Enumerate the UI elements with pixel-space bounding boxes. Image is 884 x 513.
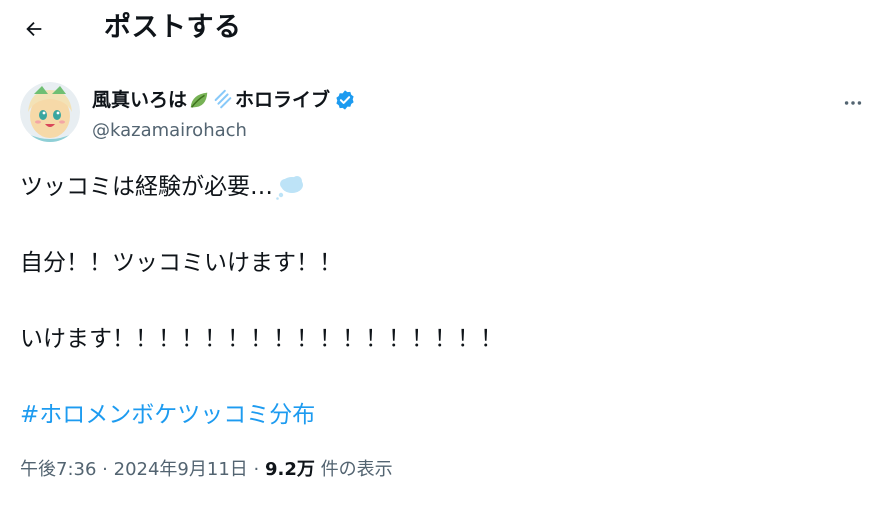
display-name-prefix: 風真いろは <box>92 89 188 111</box>
tweet-line-2: 自分！！ツッコミいけます！！ <box>20 250 342 276</box>
post-time: 午後7:36 <box>20 459 97 480</box>
tweet-line-1: ツッコミは経験が必要… <box>20 168 860 206</box>
thought-balloon-icon <box>276 176 303 200</box>
tweet-metadata: 午後7:36 · 2024年9月11日 · 9.2万 件の表示 <box>20 458 393 482</box>
more-options-button[interactable] <box>836 86 870 120</box>
author-handle[interactable]: @kazamairohach <box>92 120 247 142</box>
verified-badge-icon[interactable] <box>334 89 356 111</box>
avatar-illustration <box>20 82 80 142</box>
arrow-left-icon <box>26 21 42 37</box>
tweet-line-1-text: ツッコミは経験が必要… <box>20 174 273 200</box>
views-label: 件の表示 <box>320 459 393 480</box>
more-dots-icon <box>844 101 862 105</box>
separator: · <box>253 459 260 480</box>
hashtag-link[interactable]: #ホロメンボケツッコミ分布 <box>20 396 315 434</box>
tweet-line-3: いけます！！！！！！！！！！！！！！！！！ <box>20 326 503 352</box>
post-date: 2024年9月11日 <box>113 459 248 480</box>
leaf-emoji-icon <box>190 92 208 108</box>
separator: · <box>102 459 108 480</box>
timestamp-link[interactable]: 午後7:36 · 2024年9月11日 <box>20 459 248 480</box>
display-name[interactable]: 風真いろは ホロライブ <box>92 88 356 112</box>
page-header: ポストする <box>0 0 884 56</box>
avatar[interactable] <box>20 82 80 142</box>
page-title: ポストする <box>104 12 242 43</box>
wind-emoji-icon <box>214 89 232 109</box>
author-row: 風真いろは ホロライブ @kazamairohach <box>20 82 870 146</box>
tweet-text: ツッコミは経験が必要… 自分！！ツッコミいけます！！ いけます！！！！！！！！！… <box>20 168 860 434</box>
display-name-suffix: ホロライブ <box>235 89 331 111</box>
back-button[interactable] <box>14 9 54 49</box>
views-count: 9.2万 <box>265 459 315 480</box>
